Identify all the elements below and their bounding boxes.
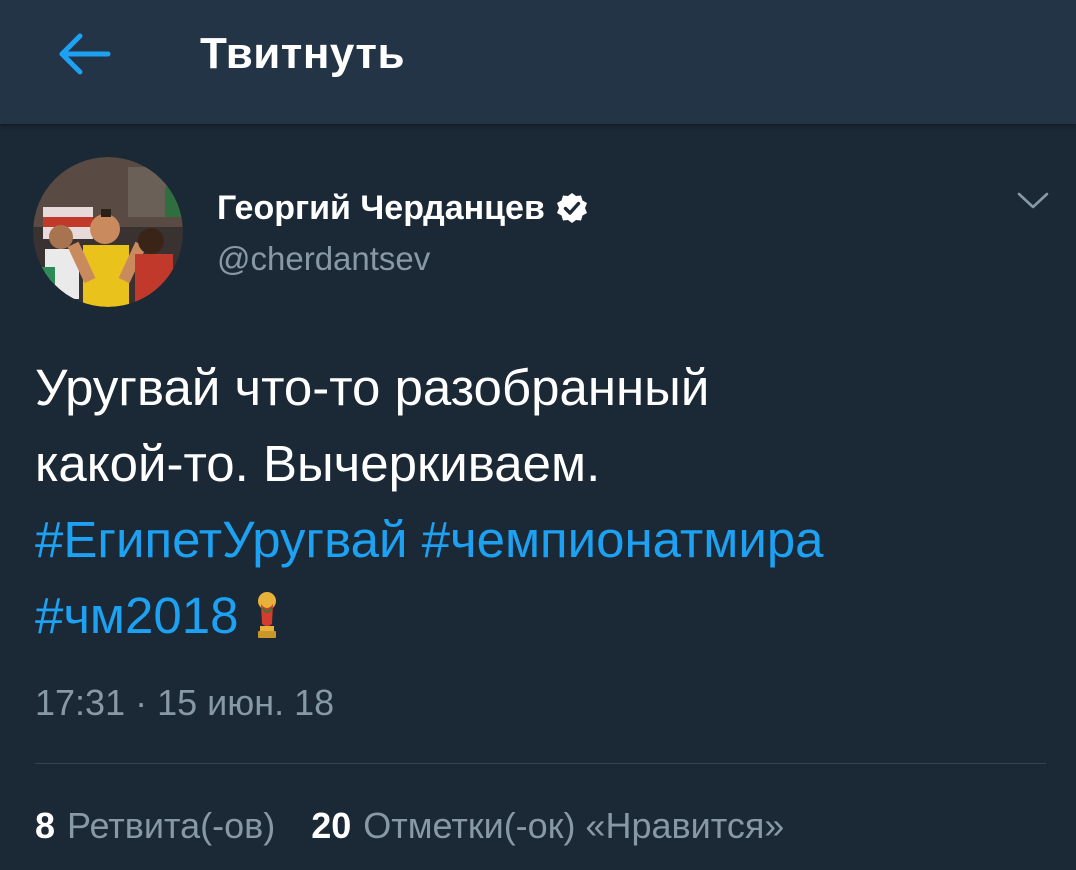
arrow-left-icon	[59, 33, 111, 75]
world-cup-trophy-icon	[258, 591, 277, 638]
tweet-stats: 8 Ретвита(-ов) 20 Отметки(-ок) «Нравится…	[35, 805, 784, 847]
retweets-stat[interactable]: 8 Ретвита(-ов)	[35, 805, 275, 847]
author-name-row[interactable]: Георгий Черданцев	[217, 184, 589, 232]
author-name: Георгий Черданцев	[217, 188, 545, 227]
hashtag-link[interactable]: #чм2018	[35, 587, 238, 644]
verified-badge-icon	[556, 193, 587, 223]
hashtag-link[interactable]: #чемпионатмира	[422, 511, 824, 568]
tweet-detail-screen: Твитнуть Георгий Черданцев @cherdantsev …	[0, 0, 1076, 870]
tweet-text-line-1: Уругвай что-то разобранный	[35, 359, 710, 416]
tweet-menu-button[interactable]	[1008, 180, 1058, 222]
retweets-label: Ретвита(-ов)	[67, 805, 276, 846]
tweet-timestamp: 17:31 · 15 июн. 18	[35, 682, 335, 723]
likes-label: Отметки(-ок) «Нравится»	[363, 805, 785, 846]
tweet-hashtags-line-1: #ЕгипетУругвай #чемпионатмира	[35, 502, 1055, 578]
author-handle[interactable]: @cherdantsev	[217, 240, 430, 278]
divider	[35, 763, 1046, 764]
page-title: Твитнуть	[200, 29, 406, 78]
avatar[interactable]	[33, 157, 183, 307]
hashtag-link[interactable]: #ЕгипетУругвай	[35, 511, 408, 568]
tweet-hashtags-line-2: #чм2018	[35, 578, 1055, 654]
retweets-count: 8	[35, 805, 56, 846]
top-app-bar: Твитнуть	[0, 0, 1076, 124]
likes-count: 20	[311, 805, 352, 846]
avatar-photo	[33, 157, 183, 307]
likes-stat[interactable]: 20 Отметки(-ок) «Нравится»	[311, 805, 784, 847]
tweet-text: Уругвай что-то разобранный какой-то. Выч…	[35, 350, 1055, 654]
tweet-text-line-2: какой-то. Вычеркиваем.	[35, 435, 601, 492]
chevron-down-icon	[1017, 192, 1049, 209]
back-button[interactable]	[46, 22, 122, 86]
